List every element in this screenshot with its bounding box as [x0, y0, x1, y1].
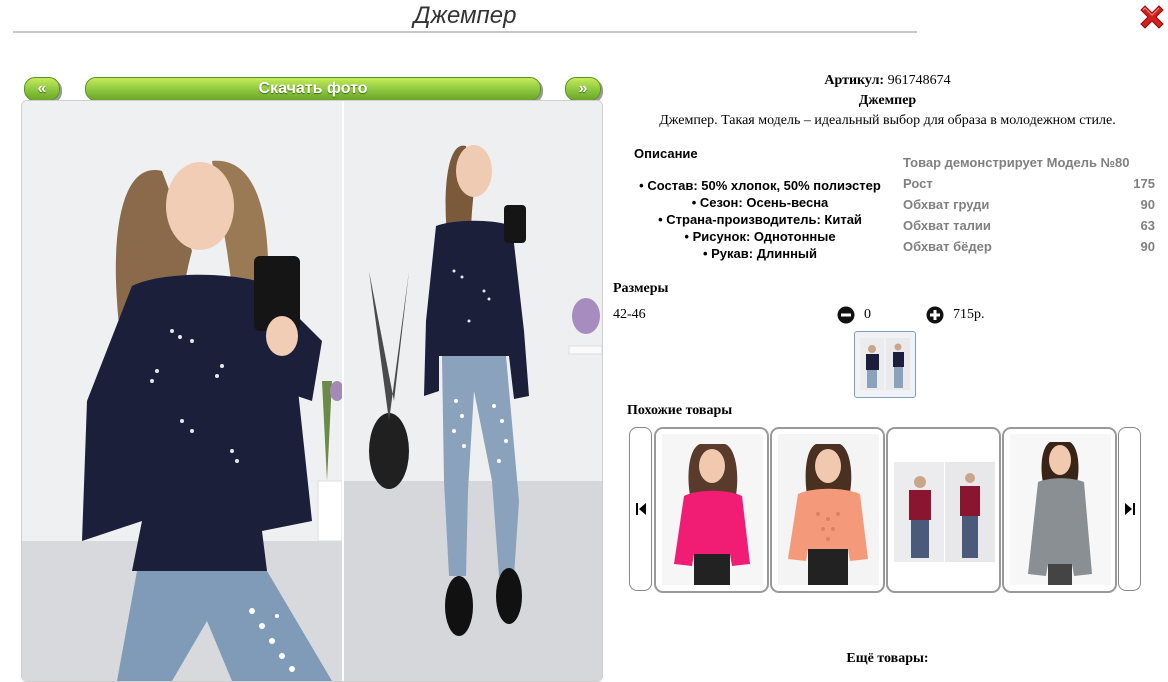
similar-product-card[interactable] — [654, 427, 769, 593]
model-row-chest: Обхват груди 90 — [903, 197, 1155, 212]
similar-product-card[interactable] — [1002, 427, 1117, 593]
model-row-waist: Обхват талии 63 — [903, 218, 1155, 233]
feature-item: • Состав: 50% хлопок, 50% полиэстер — [639, 178, 881, 193]
increase-quantity-button[interactable] — [926, 306, 944, 324]
feature-item: • Сезон: Осень-весна — [691, 195, 829, 210]
skip-back-icon — [635, 503, 646, 515]
article-value: 961748674 — [887, 73, 951, 88]
feature-item: • Страна-производитель: Китай — [658, 212, 862, 227]
decrease-quantity-button[interactable] — [837, 306, 855, 324]
feature-item: • Рукав: Длинный — [702, 246, 818, 261]
more-products-heading: Ещё товары: — [846, 651, 929, 666]
carousel-next-button[interactable] — [1118, 427, 1141, 591]
photo-thumbnail[interactable] — [854, 331, 916, 398]
similar-product-image — [778, 434, 879, 585]
model-measurements: Товар демонстрирует Модель №80 Рост 175 О… — [903, 152, 1155, 257]
similar-product-image — [894, 434, 995, 585]
product-name: Джемпер — [858, 93, 917, 108]
similar-product-image — [1010, 434, 1111, 585]
model-row-hips: Обхват бёдер 90 — [903, 239, 1155, 254]
size-label: 42-46 — [613, 307, 646, 322]
product-photo-panel — [21, 100, 603, 682]
product-photo-left — [22, 101, 342, 681]
description-heading: Описание — [634, 146, 698, 161]
skip-forward-icon — [1124, 503, 1135, 515]
feature-list: • Состав: 50% хлопок, 50% полиэстер • Се… — [610, 177, 910, 262]
similar-products-heading: Похожие товары — [627, 403, 733, 418]
article-line: Артикул: 961748674 — [610, 73, 1165, 89]
plus-circle-icon — [926, 306, 944, 324]
prev-photo-button[interactable]: « — [24, 77, 60, 101]
sizes-heading: Размеры — [613, 281, 669, 296]
title-divider — [13, 31, 917, 33]
more-products-links[interactable] — [696, 671, 1076, 676]
download-photo-button[interactable]: Скачать фото — [85, 77, 541, 101]
model-heading: Товар демонстрирует Модель №80 — [903, 155, 1130, 170]
quantity-value: 0 — [864, 307, 871, 322]
similar-product-card[interactable] — [886, 427, 1001, 593]
close-x-icon — [1140, 5, 1164, 29]
minus-circle-icon — [837, 306, 855, 324]
model-row-height: Рост 175 — [903, 176, 1155, 191]
carousel-prev-button[interactable] — [629, 427, 652, 591]
product-photo-right — [344, 101, 602, 681]
page-title: Джемпер — [413, 2, 517, 29]
product-description: Джемпер. Такая модель – идеальный выбор … — [659, 113, 1116, 128]
close-button[interactable] — [1137, 2, 1167, 32]
similar-product-card[interactable] — [770, 427, 885, 593]
feature-item: • Рисунок: Однотонные — [684, 229, 836, 244]
price-value: 715р. — [953, 307, 985, 322]
similar-product-image — [662, 434, 763, 585]
article-label: Артикул: — [824, 73, 885, 88]
next-photo-button[interactable]: » — [565, 77, 601, 101]
